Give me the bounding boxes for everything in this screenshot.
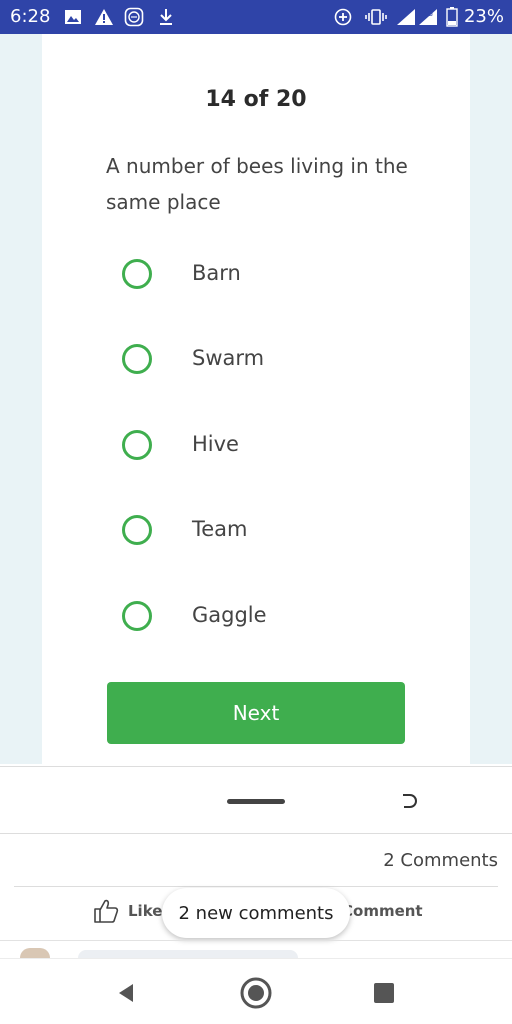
like-label: Like [128,902,163,920]
rotate-icon[interactable] [396,789,420,813]
quiz-embed: 14 of 20 A number of bees living in the … [0,34,512,764]
svg-text:4G: 4G [423,10,433,18]
embed-toolbar [0,766,512,834]
navigation-bar [0,958,512,1024]
new-comments-pill[interactable]: 2 new comments [162,888,350,938]
option-swarm[interactable]: Swarm [122,339,422,379]
battery-percent: 23% [463,6,504,27]
back-icon[interactable] [108,975,144,1011]
option-barn[interactable]: Barn [122,254,422,294]
messenger-icon [124,7,144,27]
signal-icon: 4G [396,8,438,26]
radio-icon[interactable] [122,430,152,460]
quiz-progress: 14 of 20 [205,87,307,112]
avatar [20,948,50,958]
quiz-question: A number of bees living in the same plac… [106,154,408,214]
home-icon[interactable] [238,975,274,1011]
status-time: 6:28 [10,6,51,27]
option-team[interactable]: Team [122,510,422,550]
comment-input[interactable] [78,950,298,958]
gallery-icon [64,8,82,26]
like-button[interactable]: Like [92,896,162,926]
next-button[interactable]: Next [107,682,405,744]
radio-icon[interactable] [122,259,152,289]
option-gaggle[interactable]: Gaggle [122,596,422,636]
option-label: Team [192,517,248,541]
divider [0,940,512,941]
status-bar: 6:28 4G 23% [0,0,512,34]
option-hive[interactable]: Hive [122,425,422,465]
option-label: Gaggle [192,603,267,627]
data-saver-icon [334,8,352,26]
option-label: Swarm [192,346,265,370]
drag-handle[interactable] [227,799,285,804]
warning-icon [94,8,114,26]
download-icon [158,8,174,26]
divider [14,886,498,887]
radio-icon[interactable] [122,515,152,545]
radio-icon[interactable] [122,601,152,631]
comment-label: Comment [342,902,423,920]
radio-icon[interactable] [122,344,152,374]
thumbs-up-icon [94,899,119,923]
option-label: Hive [192,432,239,456]
comment-button[interactable]: Comment [342,896,423,926]
recents-icon[interactable] [366,975,402,1011]
battery-icon [446,7,458,27]
comments-count[interactable]: 2 Comments [383,850,498,871]
quiz-card: 14 of 20 A number of bees living in the … [42,34,470,764]
option-label: Barn [192,261,241,285]
vibrate-icon [364,8,388,26]
